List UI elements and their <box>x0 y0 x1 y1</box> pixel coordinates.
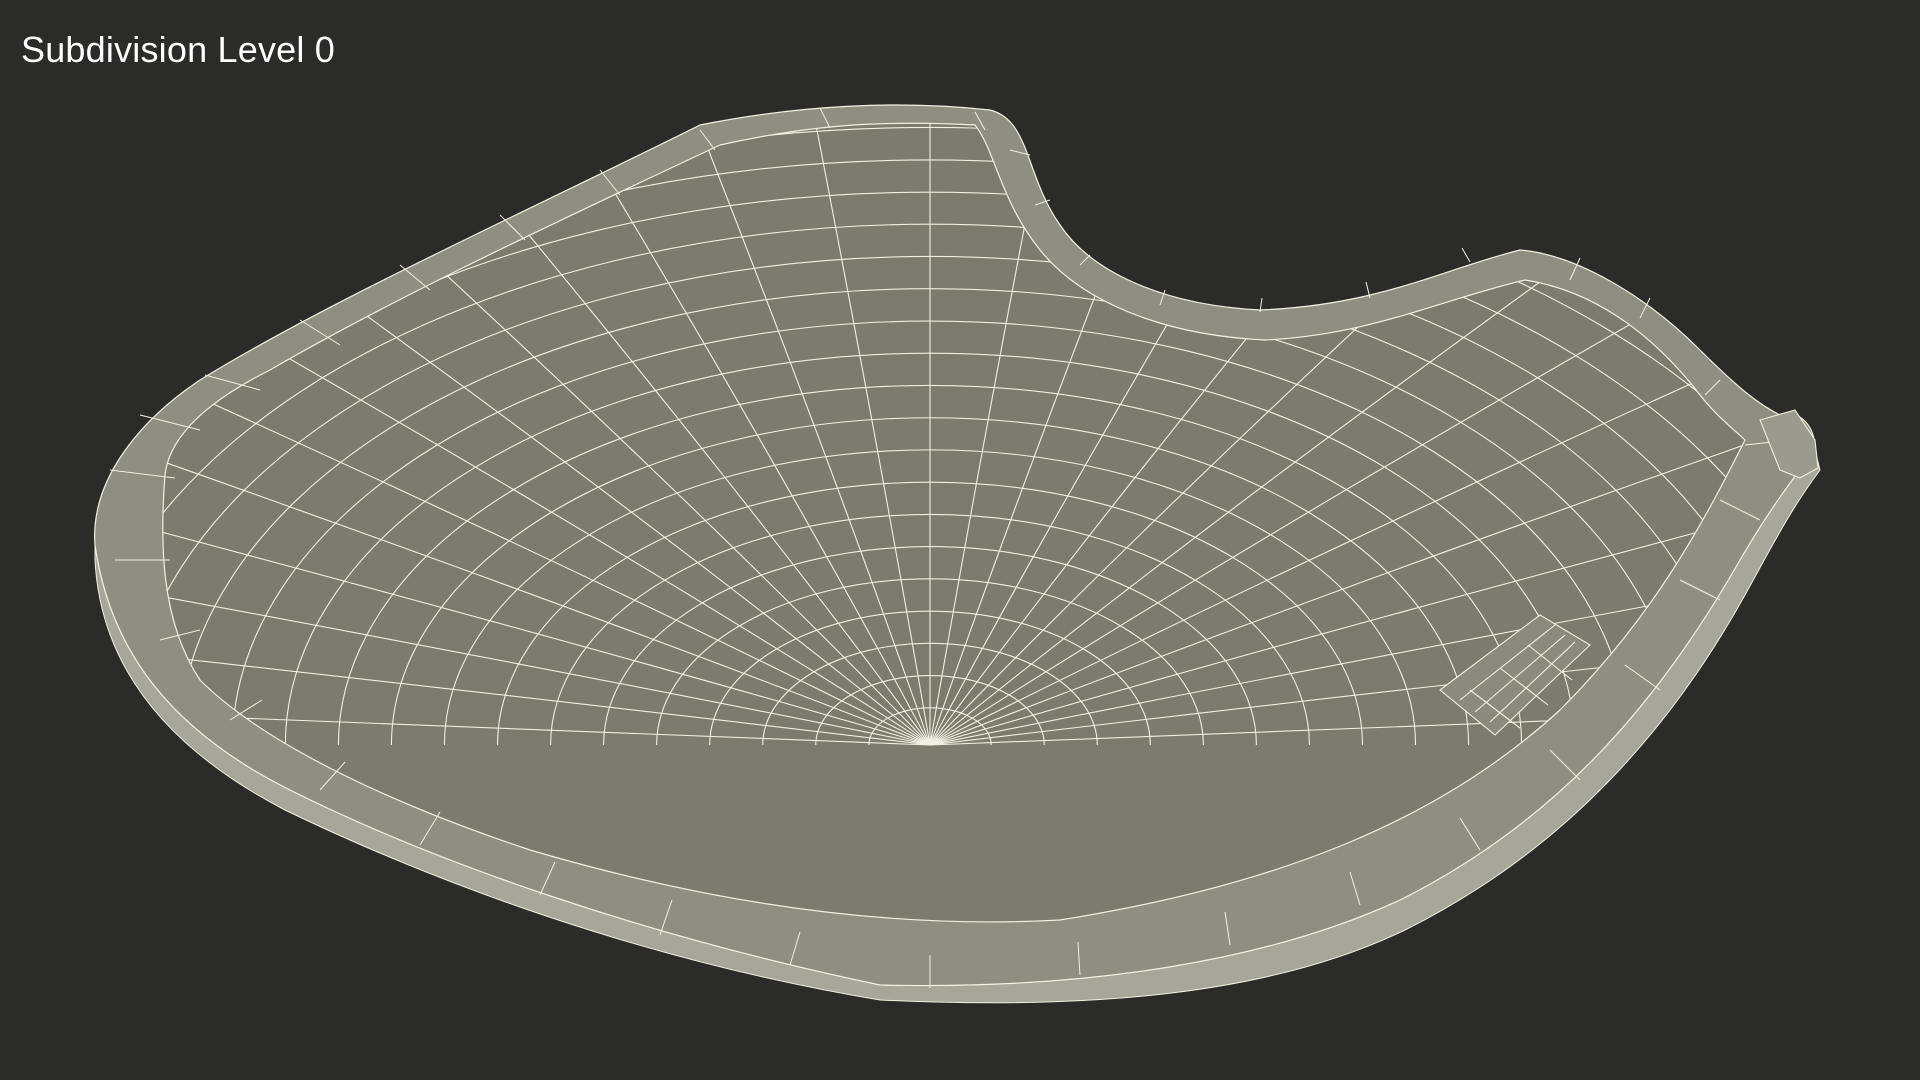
subdivision-level-caption: Subdivision Level 0 <box>21 29 336 70</box>
wireframe-render <box>0 0 1920 1080</box>
render-stage: Subdivision Level 0 <box>0 0 1920 1080</box>
